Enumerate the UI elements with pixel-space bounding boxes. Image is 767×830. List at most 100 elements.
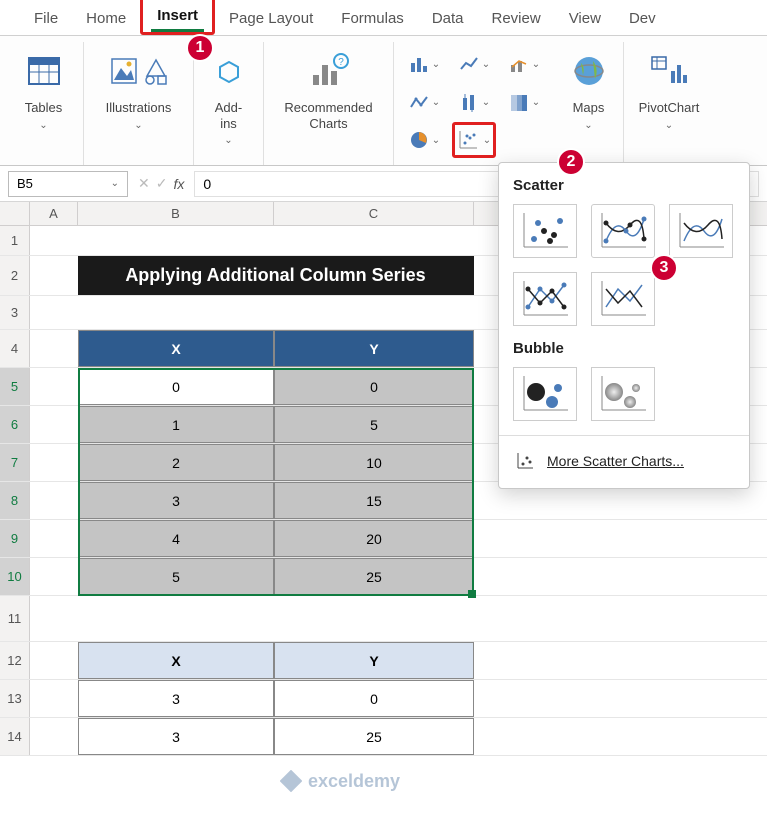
tab-review[interactable]: Review <box>478 2 555 35</box>
chevron-down-icon: ⌄ <box>584 120 592 131</box>
illustrations-icon <box>109 46 169 96</box>
scatter-smooth-lines[interactable] <box>669 204 733 258</box>
row-header-14[interactable]: 14 <box>0 718 30 755</box>
scatter-markers-only[interactable] <box>513 204 577 258</box>
row-header-4[interactable]: 4 <box>0 330 30 367</box>
name-box[interactable]: B5 ⌄ <box>8 171 128 197</box>
pivotchart-label: PivotChart <box>639 100 700 115</box>
row-header-10[interactable]: 10 <box>0 558 30 595</box>
tab-pagelayout[interactable]: Page Layout <box>215 2 327 35</box>
row-header-9[interactable]: 9 <box>0 520 30 557</box>
tab-data[interactable]: Data <box>418 2 478 35</box>
col-header-A[interactable]: A <box>30 202 78 225</box>
row-header-13[interactable]: 13 <box>0 680 30 717</box>
cell-C13[interactable]: 0 <box>274 680 474 717</box>
row-header-6[interactable]: 6 <box>0 406 30 443</box>
scatter-icon <box>515 450 537 472</box>
statistic-chart-btn[interactable]: ⌄ <box>452 84 496 120</box>
cell-C10[interactable]: 25 <box>274 558 474 595</box>
col-header-C[interactable]: C <box>274 202 474 225</box>
scatter-heading: Scatter <box>513 177 735 194</box>
row-header-12[interactable]: 12 <box>0 642 30 679</box>
row-13: 13 3 0 <box>0 680 767 718</box>
cell-C7[interactable]: 10 <box>274 444 474 481</box>
tab-formulas[interactable]: Formulas <box>327 2 418 35</box>
row-header-3[interactable]: 3 <box>0 296 30 329</box>
tab-dev[interactable]: Dev <box>615 2 670 35</box>
scatter-smooth-lines-markers[interactable] <box>591 204 655 258</box>
more-scatter-label: More Scatter Charts... <box>547 453 684 469</box>
row-10: 10 5 25 <box>0 558 767 596</box>
cell-B14[interactable]: 3 <box>78 718 274 755</box>
formula-value: 0 <box>203 176 211 192</box>
charts-cluster: ⌄ ⌄ ⌄ ⌄ ⌄ ⌄ ⌄ ⌄ <box>394 42 554 165</box>
cell-B9[interactable]: 4 <box>78 520 274 557</box>
map-chart-btn[interactable]: ⌄ <box>502 84 546 120</box>
cell-B10[interactable]: 5 <box>78 558 274 595</box>
svg-text:?: ? <box>338 57 344 68</box>
tables-icon <box>26 46 62 96</box>
cell-B13[interactable]: 3 <box>78 680 274 717</box>
row-header-8[interactable]: 8 <box>0 482 30 519</box>
combo-chart-btn[interactable]: ⌄ <box>502 46 546 82</box>
row-14: 14 3 25 <box>0 718 767 756</box>
more-scatter-charts[interactable]: More Scatter Charts... <box>513 442 735 482</box>
col-header-B[interactable]: B <box>78 202 274 225</box>
cell-B6[interactable]: 1 <box>78 406 274 443</box>
cell-C8[interactable]: 15 <box>274 482 474 519</box>
cell-C9[interactable]: 20 <box>274 520 474 557</box>
tab-insert[interactable]: Insert <box>140 0 215 35</box>
cell-C14[interactable]: 25 <box>274 718 474 755</box>
cell-B8[interactable]: 3 <box>78 482 274 519</box>
enter-icon[interactable]: ✓ <box>156 175 168 192</box>
bubble-3d[interactable] <box>591 367 655 421</box>
row-header-7[interactable]: 7 <box>0 444 30 481</box>
tab-view[interactable]: View <box>555 2 615 35</box>
cell-B7[interactable]: 2 <box>78 444 274 481</box>
bubble-heading: Bubble <box>513 340 735 357</box>
table1-head-x[interactable]: X <box>78 330 274 367</box>
group-illustrations[interactable]: Illustrations ⌄ <box>84 42 194 165</box>
row-header-11[interactable]: 11 <box>0 596 30 641</box>
maps-icon <box>571 46 607 96</box>
scatter-straight-lines-markers[interactable] <box>513 272 577 326</box>
tab-file[interactable]: File <box>20 2 72 35</box>
group-tables[interactable]: Tables⌄ <box>4 42 84 165</box>
fx-icon[interactable]: fx <box>173 176 184 192</box>
scatter-chart-btn[interactable]: ⌄ <box>452 122 496 158</box>
scatter-straight-lines[interactable] <box>591 272 655 326</box>
reccharts-label: Recommended Charts <box>284 100 372 131</box>
group-pivotchart[interactable]: PivotChart⌄ <box>624 42 714 165</box>
ribbon-tabs: File Home Insert Page Layout Formulas Da… <box>0 0 767 36</box>
bubble-2d[interactable] <box>513 367 577 421</box>
title-cell[interactable]: Applying Additional Column Series <box>78 256 474 295</box>
ribbon: Tables⌄ Illustrations ⌄ Add- ins ⌄ ? Recom… <box>0 36 767 166</box>
tab-home[interactable]: Home <box>72 2 140 35</box>
fx-controls: ✕ ✓ fx <box>134 175 188 192</box>
callout-badge-1: 1 <box>186 34 214 62</box>
row-header-1[interactable]: 1 <box>0 226 30 255</box>
group-maps[interactable]: Maps⌄ <box>554 42 624 165</box>
column-chart-btn[interactable]: ⌄ <box>402 46 446 82</box>
name-box-value: B5 <box>17 176 33 191</box>
chevron-down-icon[interactable]: ⌄ <box>111 178 119 189</box>
table2-head-x[interactable]: X <box>78 642 274 679</box>
addins-label: Add- ins <box>215 100 242 131</box>
select-all-corner[interactable] <box>0 202 30 225</box>
pie-chart-btn[interactable]: ⌄ <box>402 122 446 158</box>
row-9: 9 4 20 <box>0 520 767 558</box>
cancel-icon[interactable]: ✕ <box>138 175 150 192</box>
table1-head-y[interactable]: Y <box>274 330 474 367</box>
table2-head-y[interactable]: Y <box>274 642 474 679</box>
group-recommended-charts[interactable]: ? Recommended Charts <box>264 42 394 165</box>
chevron-down-icon: ⌄ <box>39 120 47 131</box>
cell-B5[interactable]: 0 <box>78 368 274 405</box>
row-header-5[interactable]: 5 <box>0 368 30 405</box>
cell-C6[interactable]: 5 <box>274 406 474 443</box>
line-chart-btn[interactable]: ⌄ <box>452 46 496 82</box>
illustrations-label: Illustrations <box>106 100 172 115</box>
row-header-2[interactable]: 2 <box>0 256 30 295</box>
chevron-down-icon: ⌄ <box>134 120 142 131</box>
cell-C5[interactable]: 0 <box>274 368 474 405</box>
area-chart-btn[interactable]: ⌄ <box>402 84 446 120</box>
